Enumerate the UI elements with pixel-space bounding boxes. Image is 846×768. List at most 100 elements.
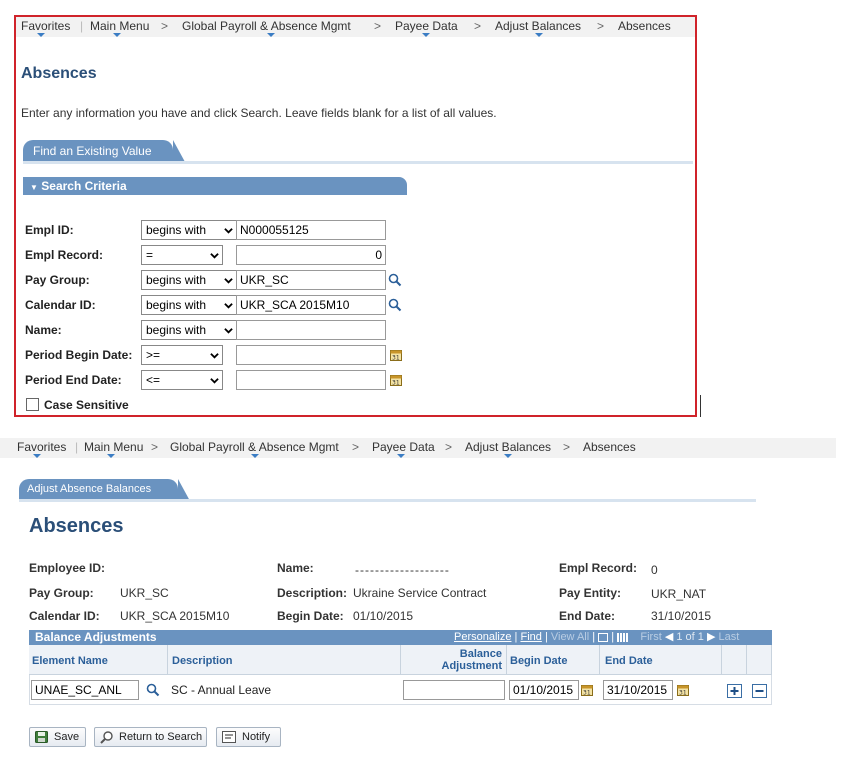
prev-arrow-icon[interactable]: ◀ xyxy=(665,631,673,643)
chevron-down-icon xyxy=(210,378,219,384)
search-criteria-header[interactable]: ▼ Search Criteria xyxy=(23,177,407,195)
minus-icon xyxy=(755,690,764,692)
pay-group-label: Pay Group: xyxy=(25,273,90,287)
last-link[interactable]: Last xyxy=(719,631,740,643)
calendar-id-label: Calendar ID: xyxy=(25,298,96,312)
delete-row-button[interactable] xyxy=(752,684,767,698)
return-to-search-button[interactable]: Return to Search xyxy=(94,727,207,747)
name-input[interactable] xyxy=(236,320,386,340)
empl-id-label: Empl ID: xyxy=(25,223,74,237)
grid-title: Balance Adjustments xyxy=(35,630,157,644)
begin-date-label: Begin Date: xyxy=(277,609,344,623)
add-row-button[interactable] xyxy=(727,684,742,698)
balance-adjustments-grid-header: Balance Adjustments Personalize | Find |… xyxy=(29,630,772,645)
crumb-separator: > xyxy=(151,440,159,454)
tab-label: Adjust Absence Balances xyxy=(27,483,152,495)
empl-record-label: Empl Record: xyxy=(559,561,638,575)
crumb-separator: > xyxy=(161,19,169,33)
row-end-date-input[interactable]: 31/10/2015 xyxy=(603,680,673,700)
end-date-value: 31/10/2015 xyxy=(651,609,712,623)
name-label: Name: xyxy=(277,561,314,575)
select-value: begins with xyxy=(146,323,207,337)
select-value: begins with xyxy=(146,273,207,287)
dropdown-arrow-icon xyxy=(267,33,275,37)
empl-id-operator-select[interactable]: begins with xyxy=(141,220,237,240)
crumb-favorites[interactable]: Favorites xyxy=(21,17,70,35)
dropdown-arrow-icon xyxy=(113,33,121,37)
empl-record-input[interactable]: 0 xyxy=(236,245,386,265)
case-sensitive-checkbox[interactable] xyxy=(26,398,39,411)
column-label: Adjustment xyxy=(441,660,503,672)
crumb-separator: > xyxy=(374,19,382,33)
svg-text:31: 31 xyxy=(392,355,400,362)
select-value: begins with xyxy=(146,223,207,237)
calendar-icon[interactable]: 31 xyxy=(390,374,402,386)
tab-label: Find an Existing Value xyxy=(33,144,152,158)
download-grid-icon[interactable] xyxy=(617,632,629,642)
crumb-separator: > xyxy=(474,19,482,33)
col-begin-date[interactable]: Begin Date xyxy=(507,645,600,675)
next-arrow-icon[interactable]: ▶ xyxy=(707,631,715,643)
notify-button[interactable]: Notify xyxy=(216,727,281,747)
calendar-id-operator-select[interactable]: begins with xyxy=(141,295,237,315)
crumb-favorites[interactable]: Favorites xyxy=(17,438,66,456)
chevron-down-icon xyxy=(224,303,233,309)
zoom-icon[interactable] xyxy=(598,632,609,642)
pay-group-lookup-icon[interactable] xyxy=(388,273,402,287)
chevron-down-icon xyxy=(210,353,219,359)
dropdown-arrow-icon xyxy=(422,33,430,37)
empl-record-value: 0 xyxy=(651,563,658,577)
crumb-divider: | xyxy=(80,19,84,33)
chevron-down-icon xyxy=(210,253,219,259)
col-element-name[interactable]: Element Name xyxy=(29,645,168,675)
calendar-id-lookup-icon[interactable] xyxy=(388,298,402,312)
svg-text:31: 31 xyxy=(679,690,687,697)
view-all-link[interactable]: View All xyxy=(551,631,589,643)
pay-group-input[interactable]: UKR_SC xyxy=(236,270,386,290)
col-balance-adjustment[interactable]: Balance Adjustment xyxy=(401,645,507,675)
page-title: Absences xyxy=(21,65,97,82)
calendar-icon[interactable]: 31 xyxy=(581,684,593,696)
pay-group-operator-select[interactable]: begins with xyxy=(141,270,237,290)
crumb-absences[interactable]: Absences xyxy=(583,438,636,456)
first-link[interactable]: First xyxy=(640,631,661,643)
calendar-icon[interactable]: 31 xyxy=(677,684,689,696)
save-button[interactable]: Save xyxy=(29,727,86,747)
element-name-lookup-icon[interactable] xyxy=(146,683,160,697)
row-begin-date-input[interactable]: 01/10/2015 xyxy=(509,680,579,700)
period-begin-date-label: Period Begin Date: xyxy=(25,348,133,362)
select-value: = xyxy=(146,248,154,262)
col-description[interactable]: Description xyxy=(168,645,401,675)
find-link[interactable]: Find xyxy=(520,631,541,643)
tab-adjust-absence-balances[interactable]: Adjust Absence Balances xyxy=(19,479,190,501)
period-end-date-input[interactable] xyxy=(236,370,386,390)
empl-record-operator-select[interactable]: = xyxy=(141,245,223,265)
period-end-operator-select[interactable]: <= xyxy=(141,370,223,390)
select-value: begins with xyxy=(146,298,207,312)
col-end-date[interactable]: End Date xyxy=(600,645,722,675)
column-label: Element Name xyxy=(32,655,108,667)
personalize-link[interactable]: Personalize xyxy=(454,631,511,643)
calendar-icon[interactable]: 31 xyxy=(390,349,402,361)
column-label: Begin Date xyxy=(510,655,568,667)
col-add xyxy=(722,645,747,675)
calendar-id-input[interactable]: UKR_SCA 2015M10 xyxy=(236,295,386,315)
column-label: Balance xyxy=(459,648,502,660)
pager-text: 1 of 1 xyxy=(676,631,704,643)
tab-find-existing-value[interactable]: Find an Existing Value xyxy=(23,140,185,162)
period-begin-date-input[interactable] xyxy=(236,345,386,365)
panel-edge-line xyxy=(700,395,701,417)
dropdown-arrow-icon xyxy=(107,454,115,458)
balance-adjustment-input[interactable] xyxy=(403,680,505,700)
period-begin-operator-select[interactable]: >= xyxy=(141,345,223,365)
crumb-absences[interactable]: Absences xyxy=(618,17,671,35)
crumb-separator: > xyxy=(563,440,571,454)
tab-underline xyxy=(19,499,756,502)
section-label: Search Criteria xyxy=(41,179,127,193)
chevron-down-icon xyxy=(224,328,233,334)
name-operator-select[interactable]: begins with xyxy=(141,320,237,340)
pipe: | xyxy=(611,631,615,643)
crumb-separator: > xyxy=(352,440,360,454)
empl-id-input[interactable]: N000055125 xyxy=(236,220,386,240)
element-name-input[interactable]: UNAE_SC_ANL xyxy=(31,680,139,700)
